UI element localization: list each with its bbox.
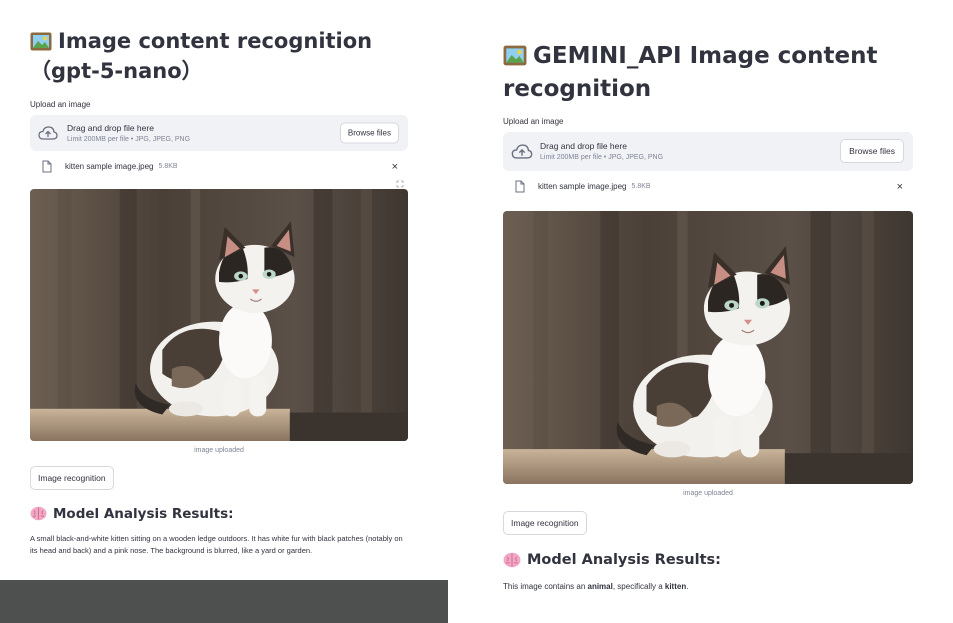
results-heading-text: Model Analysis Results: (53, 505, 234, 522)
file-size: 5.8KB (631, 183, 651, 191)
right-app-panel: GEMINI_API Image content recognition Upl… (503, 42, 913, 594)
uploaded-image (503, 210, 913, 484)
result-keyword-kitten: kitten (664, 581, 687, 591)
brain-icon (503, 552, 521, 568)
image-caption: image uploaded (683, 489, 733, 497)
file-icon (515, 180, 525, 193)
cloud-upload-icon (38, 125, 60, 140)
left-app-panel: Image content recognition（gpt-5-nano） Up… (30, 28, 408, 557)
file-dropzone[interactable]: Drag and drop file here Limit 200MB per … (503, 131, 913, 171)
result-text-suffix: . (686, 581, 689, 591)
upload-label: Upload an image (30, 99, 91, 109)
bottom-overlay-bar (0, 580, 448, 623)
framed-picture-icon (503, 45, 527, 75)
page-title: Image content recognition（gpt-5-nano） (30, 28, 408, 86)
remove-file-button[interactable]: × (897, 181, 903, 193)
results-heading: Model Analysis Results: (503, 552, 913, 568)
result-text-prefix: This image contains an (503, 581, 588, 591)
results-heading: Model Analysis Results: (30, 506, 408, 522)
browse-files-button[interactable]: Browse files (339, 122, 399, 144)
page-title-text: Image content recognition（gpt-5-nano） (30, 29, 373, 84)
file-name: kitten sample image.jpeg (65, 162, 154, 172)
fullscreen-icon[interactable] (396, 175, 404, 193)
analysis-result-text: A small black-and-white kitten sitting o… (30, 533, 403, 555)
image-recognition-button[interactable]: Image recognition (30, 465, 114, 490)
file-icon (42, 160, 52, 173)
uploaded-file-row: kitten sample image.jpeg 5.8KB × (503, 178, 913, 196)
uploaded-image (30, 188, 408, 441)
page-title: GEMINI_API Image content recognition (503, 42, 913, 105)
file-size: 5.8KB (158, 163, 178, 171)
remove-file-button[interactable]: × (392, 161, 398, 173)
image-recognition-button[interactable]: Image recognition (503, 510, 587, 535)
upload-label: Upload an image (503, 116, 564, 126)
file-dropzone[interactable]: Drag and drop file here Limit 200MB per … (30, 114, 408, 151)
page-title-text: GEMINI_API Image content recognition (503, 43, 878, 102)
results-heading-text: Model Analysis Results: (527, 551, 721, 568)
result-text-middle: , specifically a (612, 581, 665, 591)
browse-files-button[interactable]: Browse files (840, 139, 904, 164)
result-keyword-animal: animal (587, 581, 613, 591)
file-name: kitten sample image.jpeg (538, 182, 627, 192)
framed-picture-icon (30, 31, 52, 58)
uploaded-file-row: kitten sample image.jpeg 5.8KB × (30, 158, 408, 187)
image-caption: image uploaded (194, 446, 244, 454)
cloud-upload-icon (511, 144, 533, 159)
analysis-result-text: This image contains an animal, specifica… (503, 581, 913, 594)
brain-icon (30, 506, 47, 521)
